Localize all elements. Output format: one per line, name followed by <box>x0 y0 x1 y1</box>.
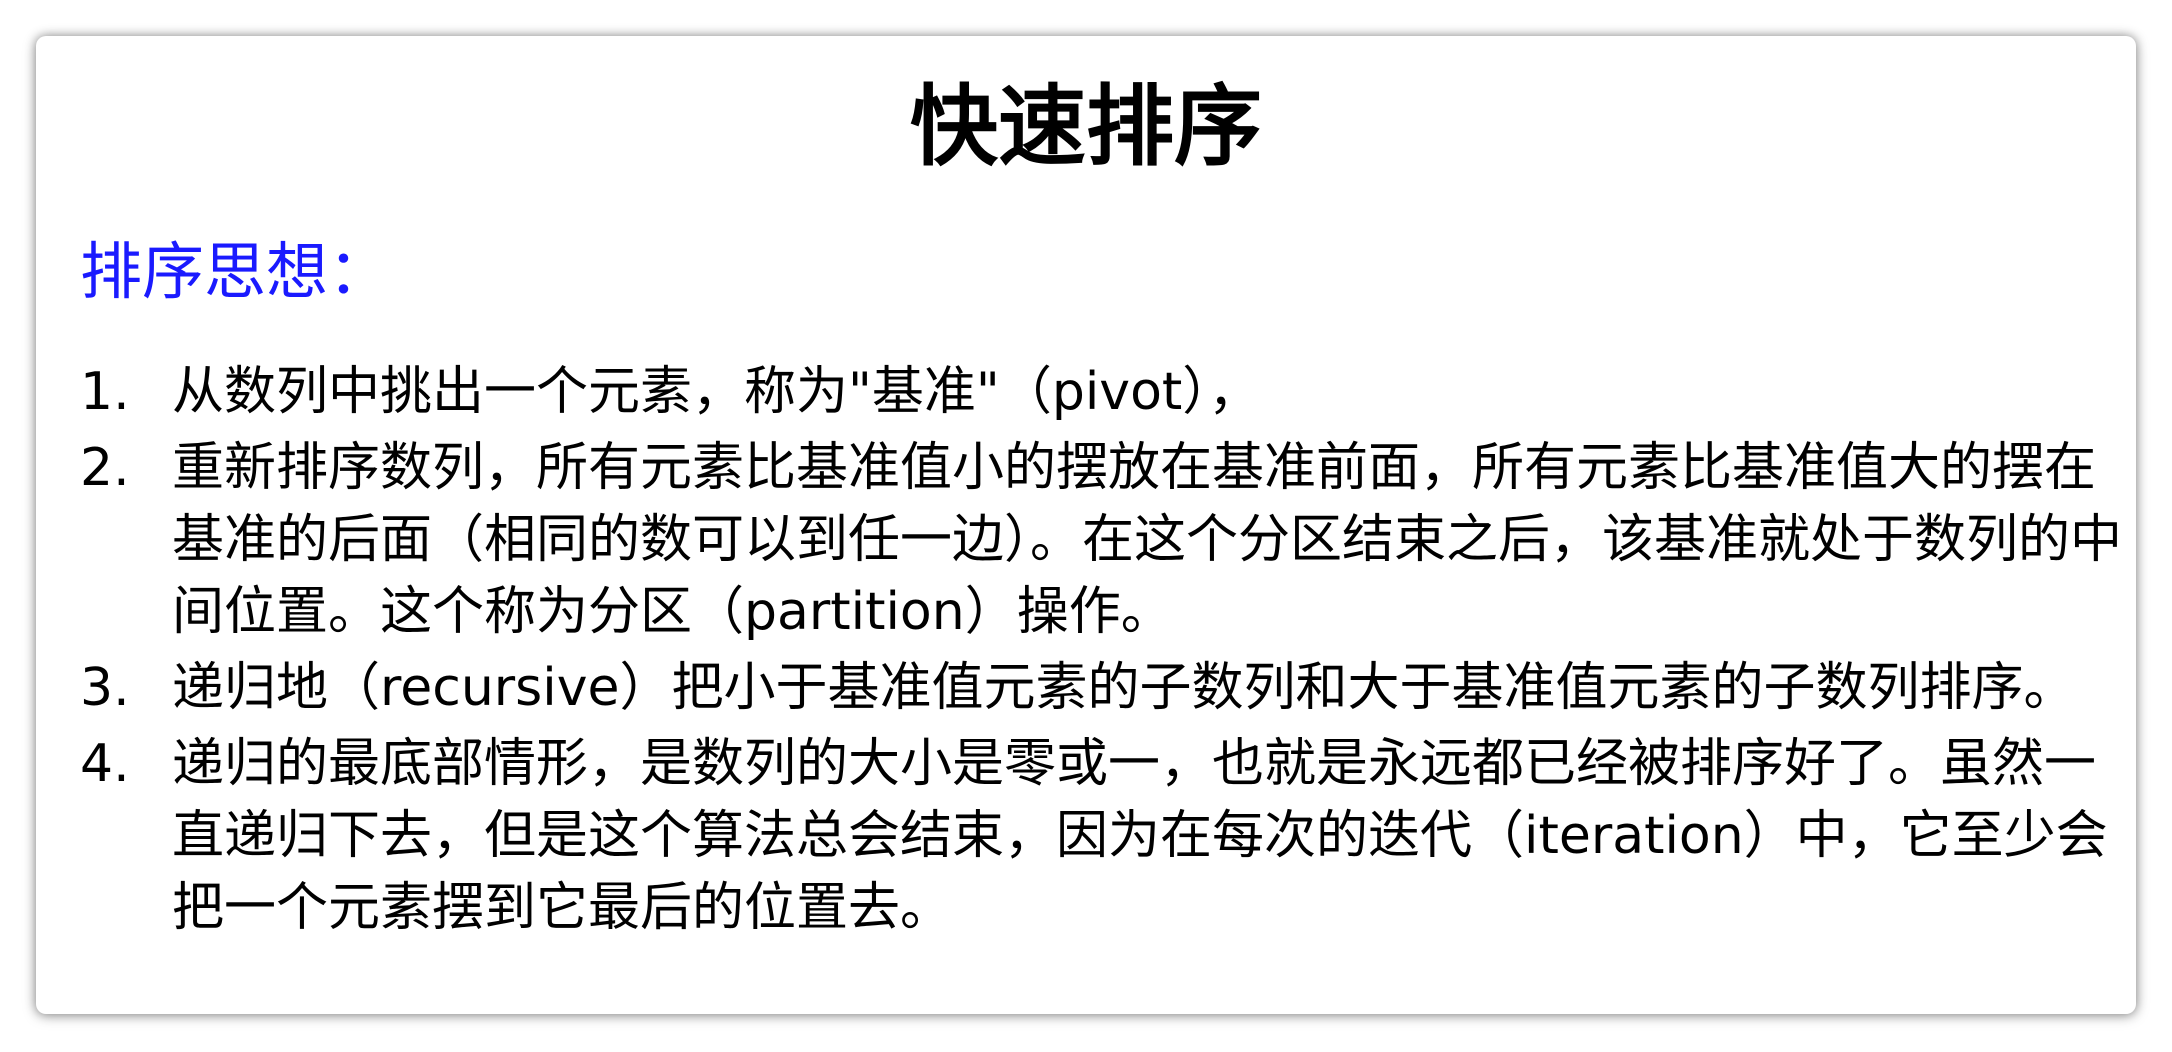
step-item: 4. 递归的最底部情形，是数列的大小是零或一，也就是永远都已经被排序好了。虽然一… <box>80 728 2130 944</box>
step-text: 从数列中挑出一个元素，称为"基准"（pivot）， <box>172 362 1261 422</box>
slide-title: 快速排序 <box>909 74 1262 178</box>
step-text: 递归地（recursive）把小于基准值元素的子数列和大于基准值元素的子数列排序… <box>172 658 2076 718</box>
step-number: 3. <box>80 658 130 718</box>
section-heading: 排序思想： <box>80 235 391 308</box>
step-item: 1. 从数列中挑出一个元素，称为"基准"（pivot）， <box>80 356 2130 428</box>
steps-list: 1. 从数列中挑出一个元素，称为"基准"（pivot）， 2. 重新排序数列，所… <box>80 356 2130 948</box>
step-item: 2. 重新排序数列，所有元素比基准值小的摆放在基准前面，所有元素比基准值大的摆在… <box>80 432 2130 648</box>
slide: 快速排序 排序思想： 1. 从数列中挑出一个元素，称为"基准"（pivot）， … <box>36 36 2136 1014</box>
step-number: 4. <box>80 734 130 794</box>
step-number: 2. <box>80 438 130 498</box>
step-item: 3. 递归地（recursive）把小于基准值元素的子数列和大于基准值元素的子数… <box>80 652 2130 724</box>
step-number: 1. <box>80 362 130 422</box>
step-text: 重新排序数列，所有元素比基准值小的摆放在基准前面，所有元素比基准值大的摆在基准的… <box>172 438 2123 642</box>
step-text: 递归的最底部情形，是数列的大小是零或一，也就是永远都已经被排序好了。虽然一直递归… <box>172 734 2108 938</box>
